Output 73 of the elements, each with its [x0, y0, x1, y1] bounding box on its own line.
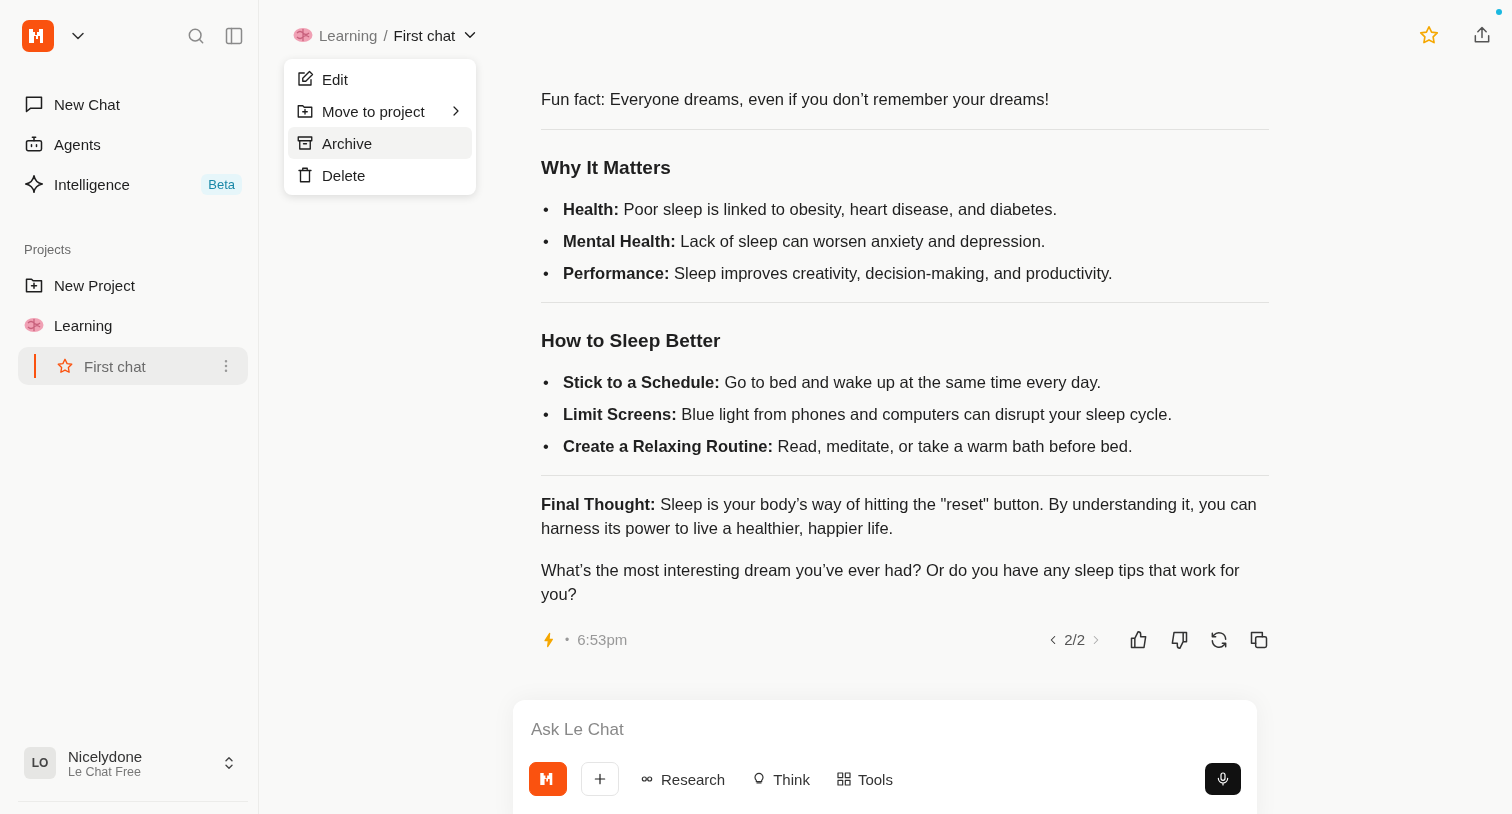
bullet-item: Limit Screens: Blue light from phones and computers can disrupt your sleep cycle. — [563, 404, 1172, 425]
like-button[interactable] — [1129, 630, 1149, 650]
dislike-button[interactable] — [1169, 630, 1189, 650]
share-icon — [1472, 25, 1492, 45]
regenerate-button[interactable] — [1209, 630, 1229, 650]
robot-icon — [24, 134, 44, 154]
add-button[interactable] — [581, 762, 619, 796]
paragraph: Fun fact: Everyone dreams, even if you don’t remember your dreams! — [541, 89, 1051, 110]
notification-dot — [1496, 9, 1502, 15]
user-name: Nicelydone — [68, 747, 144, 765]
microphone-icon — [1215, 771, 1231, 787]
trash-icon — [296, 166, 314, 184]
bullet-item: Health: Poor sleep is linked to obesity, heart disease, and diabetes. — [563, 199, 1058, 220]
thumbs-down-icon — [1169, 630, 1189, 650]
bullet-marker: • — [542, 436, 550, 457]
copy-icon — [1249, 630, 1269, 650]
bullet-item: Create a Relaxing Routine: Read, meditate, or take a warm bath before bed. — [563, 436, 1133, 457]
bullet-marker: • — [542, 231, 550, 252]
bullet-item: Performance: Sleep improves creativity, decision-making, and productivity. — [563, 263, 1113, 284]
section-heading: Why It Matters — [541, 156, 672, 180]
paragraph: Final Thought: Sleep is your body’s way of hitting the "reset" button. By understanding it, you can harness its power to live a healthier, happier life. — [541, 494, 1258, 539]
sidebar-item[interactable]: Agents — [18, 124, 248, 164]
user-plan: Le Chat Free — [68, 764, 141, 779]
plus-icon — [592, 771, 608, 787]
message-time: 6:53pm — [577, 630, 628, 650]
edit-icon — [296, 70, 314, 88]
sparkle-icon — [24, 174, 44, 194]
chat-bubble-icon — [24, 94, 44, 114]
voice-button[interactable] — [1205, 763, 1241, 795]
message-input[interactable]: Ask Le Chat — [529, 716, 1245, 744]
version-pager: 2/2 — [1064, 630, 1085, 650]
search-icon — [186, 26, 206, 46]
bullet-marker: • — [542, 199, 550, 220]
bullet-item: Stick to a Schedule: Go to bed and wake up at the same time every day. — [563, 372, 1102, 393]
chat-title-dropdown[interactable]: First chat — [393, 26, 480, 44]
avatar: LO — [24, 747, 56, 779]
logo-button[interactable] — [529, 762, 567, 796]
beta-badge: Beta — [201, 173, 242, 195]
breadcrumb-separator: / — [383, 26, 388, 44]
section-heading: How to Sleep Better — [541, 329, 722, 353]
brain-icon — [24, 317, 44, 333]
thumbs-up-icon — [1129, 630, 1149, 650]
sidebar-icon — [224, 26, 244, 46]
breadcrumb-link[interactable]: Learning — [319, 26, 378, 44]
bullet-item: Mental Health: Lack of sleep can worsen anxiety and depression. — [563, 231, 1046, 252]
tool-button[interactable]: Research — [633, 766, 732, 792]
grid-icon — [835, 771, 852, 787]
chat-item[interactable]: First chat — [18, 347, 248, 385]
menu-item[interactable]: Archive — [288, 127, 472, 159]
folder-plus-icon — [24, 275, 44, 295]
folder-plus-icon — [296, 102, 314, 120]
sidebar-item[interactable]: New Chat — [18, 84, 248, 124]
logo-icon[interactable] — [22, 20, 54, 52]
menu-item[interactable]: Delete — [288, 159, 472, 191]
bullet-marker: • — [542, 372, 550, 393]
refresh-icon — [1209, 630, 1229, 650]
bullet-marker: • — [542, 404, 550, 425]
tool-button[interactable]: Tools — [829, 766, 899, 792]
section-heading: Projects — [24, 242, 72, 257]
archive-icon — [296, 134, 314, 152]
project-item[interactable]: New Project — [18, 265, 248, 305]
project-item[interactable]: Learning — [18, 305, 248, 345]
paragraph: What’s the most interesting dream you’ve ever had? Or do you have any sleep tips that work for you? — [541, 560, 1241, 605]
menu-item[interactable]: Edit — [288, 63, 472, 95]
star-icon — [56, 357, 74, 375]
copy-button[interactable] — [1249, 630, 1269, 650]
bullet-marker: • — [542, 263, 550, 284]
menu-item[interactable]: Move to project — [288, 95, 472, 127]
separator-dot: • — [565, 632, 570, 649]
tool-button[interactable]: Think — [745, 766, 816, 792]
sidebar-item[interactable]: Intelligence Beta — [18, 164, 248, 204]
star-icon — [1418, 24, 1440, 46]
brain-icon — [293, 27, 313, 43]
